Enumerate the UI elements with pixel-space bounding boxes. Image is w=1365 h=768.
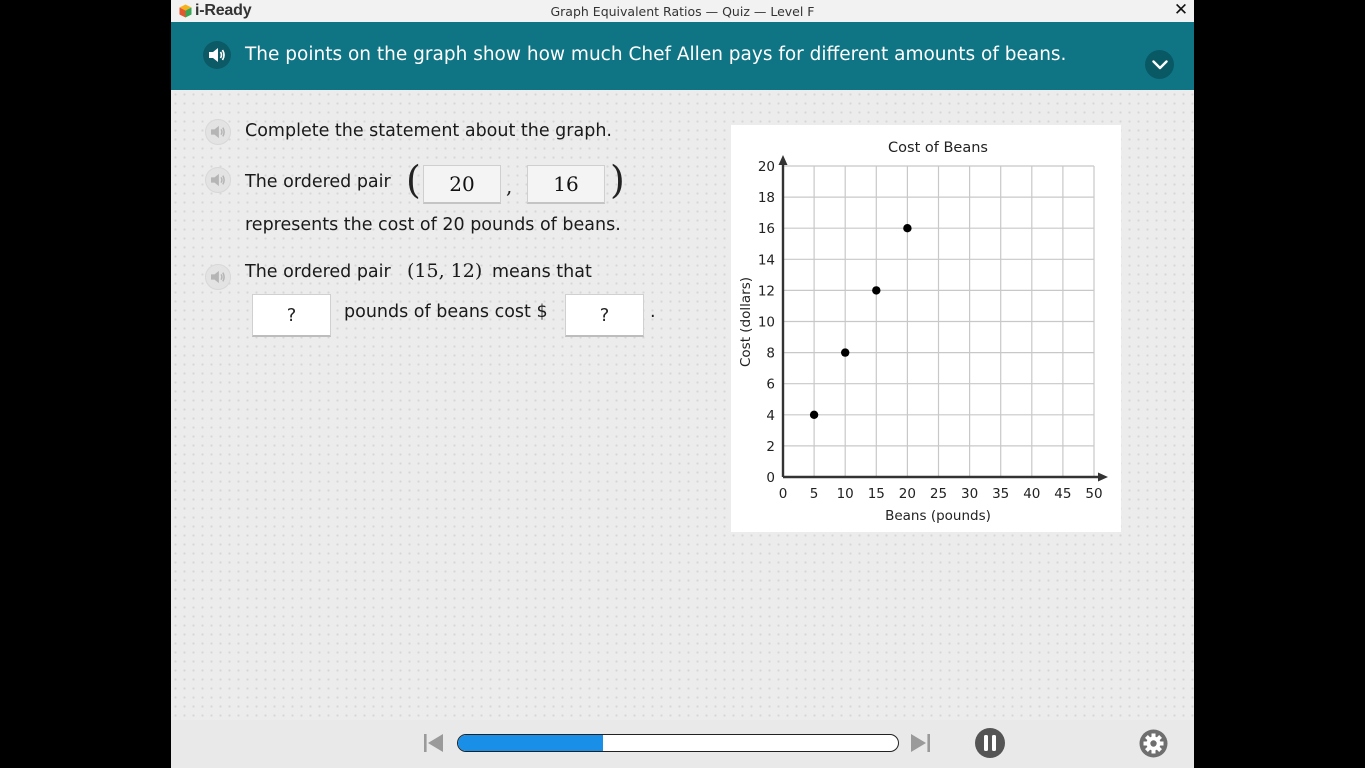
- speaker-icon: [211, 270, 225, 284]
- instruction-text: Complete the statement about the graph.: [245, 121, 612, 141]
- y-tick-label: 12: [758, 283, 775, 299]
- y-tick-label: 18: [758, 190, 775, 206]
- progress-fill: [458, 735, 604, 751]
- chart-y-axis-label: Cost (dollars): [738, 277, 754, 367]
- q1-x-answer-box: 20: [423, 165, 501, 204]
- q1-comma: ,: [506, 174, 513, 198]
- y-tick-label: 6: [766, 377, 775, 393]
- prompt-bar: The points on the graph show how much Ch…: [171, 22, 1194, 90]
- graph-card: 0 5 10 15 20 25 30 35 40 45 50 0 2 4 6 8 10 12 14 16 18 20 Co…: [731, 125, 1121, 532]
- speaker-icon: [211, 125, 225, 139]
- x-tick-label: 20: [899, 486, 916, 502]
- settings-button[interactable]: [1139, 729, 1168, 758]
- y-tick-label: 8: [766, 346, 775, 362]
- q2-ordered-pair: (15, 12): [407, 260, 483, 282]
- chevron-down-icon: [1151, 59, 1168, 69]
- next-button[interactable]: [909, 731, 933, 755]
- q1-close-paren: ): [610, 158, 625, 202]
- skip-forward-icon: [911, 734, 930, 752]
- q2-means-text: means that: [492, 262, 592, 282]
- q2-end-period: .: [650, 302, 656, 322]
- x-tick-label: 25: [930, 486, 947, 502]
- speaker-icon: [211, 173, 225, 187]
- scatter-chart: 0 5 10 15 20 25 30 35 40 45 50 0 2 4 6 8 10 12 14 16 18 20 Co…: [738, 140, 1108, 524]
- y-tick-label: 10: [758, 315, 775, 331]
- q2-lead-text: The ordered pair: [245, 262, 391, 282]
- data-point: [903, 224, 912, 233]
- x-tick-label: 0: [779, 486, 788, 502]
- x-tick-label: 15: [868, 486, 885, 502]
- previous-button[interactable]: [421, 731, 445, 755]
- x-axis-arrow: [1098, 472, 1108, 482]
- y-tick-label: 14: [758, 252, 775, 268]
- cost-answer-input[interactable]: ?: [565, 294, 644, 337]
- x-tick-label: 35: [992, 486, 1009, 502]
- window-title: Graph Equivalent Ratios — Quiz — Level F: [550, 4, 815, 19]
- footer-bar: [171, 720, 1194, 768]
- q2-speaker-button[interactable]: [205, 264, 231, 290]
- x-tick-label: 30: [961, 486, 978, 502]
- collapse-button[interactable]: [1145, 50, 1174, 79]
- q1-follow-text: represents the cost of 20 pounds of bean…: [245, 215, 621, 235]
- gear-icon: [1139, 729, 1168, 758]
- x-tick-label: 40: [1023, 486, 1040, 502]
- skip-back-icon: [424, 734, 443, 752]
- x-tick-label: 45: [1054, 486, 1071, 502]
- chart-title: Cost of Beans: [888, 140, 988, 156]
- app-window: i-Ready Graph Equivalent Ratios — Quiz —…: [171, 0, 1194, 768]
- data-point: [841, 348, 850, 357]
- close-button[interactable]: ✕: [1171, 0, 1191, 20]
- prompt-text: The points on the graph show how much Ch…: [245, 44, 1067, 65]
- q1-open-paren: (: [406, 158, 421, 202]
- q2-middle-text: pounds of beans cost $: [344, 302, 548, 322]
- q1-speaker-button[interactable]: [205, 167, 231, 193]
- data-point: [809, 410, 819, 419]
- y-tick-label: 4: [766, 408, 775, 424]
- chart-x-axis-label: Beans (pounds): [885, 508, 991, 524]
- data-point: [872, 286, 881, 295]
- prompt-speaker-button[interactable]: [203, 41, 231, 69]
- y-tick-label: 2: [766, 439, 775, 455]
- question-area: Complete the statement about the graph. …: [171, 90, 1194, 720]
- pause-button[interactable]: [975, 728, 1005, 758]
- q1-lead-text: The ordered pair: [245, 172, 391, 192]
- title-bar: i-Ready Graph Equivalent Ratios — Quiz —…: [171, 0, 1194, 23]
- q1-y-answer-box: 16: [527, 165, 605, 204]
- pounds-answer-input[interactable]: ?: [252, 294, 331, 337]
- x-tick-label: 50: [1085, 486, 1102, 502]
- instruction-speaker-button[interactable]: [205, 119, 231, 145]
- x-tick-label: 10: [837, 486, 854, 502]
- y-tick-label: 0: [766, 470, 775, 486]
- pause-icon: [984, 735, 996, 751]
- y-tick-label: 20: [758, 159, 775, 175]
- y-axis-arrow: [778, 155, 788, 165]
- y-tick-label: 16: [758, 221, 775, 237]
- speaker-icon: [209, 48, 225, 62]
- x-tick-label: 5: [810, 486, 819, 502]
- progress-bar: [457, 734, 899, 752]
